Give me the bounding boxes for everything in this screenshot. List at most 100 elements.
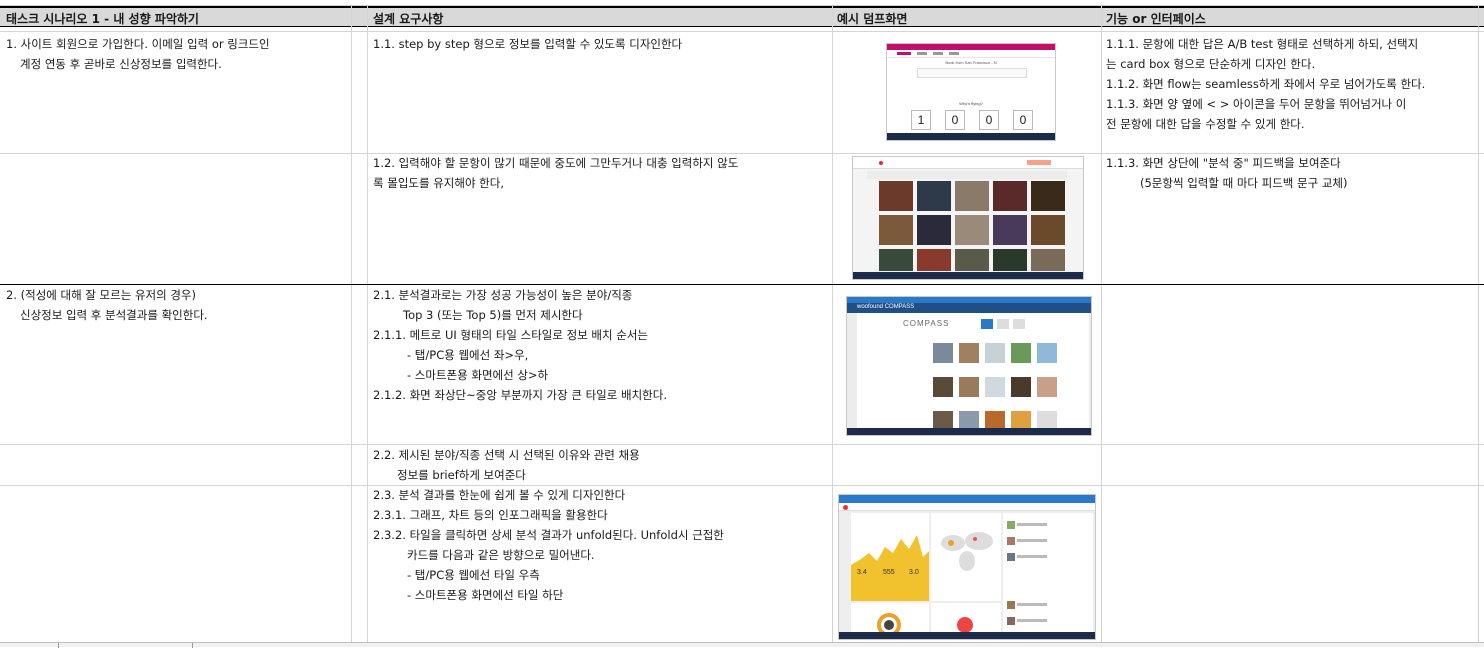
grid-line — [351, 6, 352, 647]
cell-text: 2.3.2. 타일을 클릭하면 상세 분석 결과가 unfold된다. Unfo… — [373, 528, 724, 542]
req-cell-1-2[interactable]: 1.2. 입력해야 할 문항이 많기 때문에 중도에 그만두거나 대충 입력하지… — [373, 153, 738, 193]
req-cell-2-3[interactable]: 2.3. 분석 결과를 한눈에 쉽게 볼 수 있게 디자인한다 2.3.1. 그… — [373, 485, 724, 605]
career-tile[interactable] — [959, 343, 979, 363]
cell-text: Top 3 (또는 Top 5)를 먼저 제시한다 — [403, 308, 583, 322]
cell-text: - 탭/PC용 웹에선 타일 우측 — [407, 568, 540, 582]
req-cell-2-2[interactable]: 2.2. 제시된 분야/직종 선택 시 선택된 이유와 관련 채용 정보를 br… — [373, 445, 640, 485]
counter-infants[interactable]: 0 — [979, 110, 999, 130]
site-header: woofound COMPASS — [847, 303, 1091, 313]
movie-poster[interactable] — [917, 249, 951, 271]
req-cell-2-1[interactable]: 2.1. 분석결과로는 가장 성공 가능성이 높은 분야/직종 Top 3 (또… — [373, 285, 667, 405]
stat-value: 3.4 — [857, 569, 867, 576]
grid-line — [367, 6, 368, 647]
site-nav — [887, 50, 1055, 58]
career-tile[interactable] — [933, 377, 953, 397]
header-function[interactable]: 기능 or 인터페이스 — [1106, 10, 1206, 27]
grid-line — [832, 6, 833, 647]
movie-poster[interactable] — [993, 249, 1027, 271]
booking-title: Book from San Francisco - N — [945, 60, 997, 65]
map-tile[interactable] — [931, 513, 1001, 601]
windows-taskbar — [887, 133, 1055, 140]
career-tile[interactable] — [933, 343, 953, 363]
movie-poster[interactable] — [917, 215, 951, 245]
cell-text: 신상정보 입력 후 분석결과를 확인한다. — [20, 308, 208, 322]
career-tile[interactable] — [985, 377, 1005, 397]
career-tile[interactable] — [959, 377, 979, 397]
career-tile[interactable] — [1037, 377, 1057, 397]
cell-text: 2.3.1. 그래프, 차트 등의 인포그래픽을 활용한다 — [373, 508, 608, 522]
cell-text: 는 card box 형으로 단순하게 디자인 한다. — [1106, 57, 1316, 71]
app-nav — [839, 503, 1095, 511]
movie-poster[interactable] — [1031, 181, 1065, 211]
career-tile[interactable] — [1011, 343, 1031, 363]
cell-text: - 스마트폰용 화면에선 타일 하단 — [407, 588, 564, 602]
sheet-tab-bar[interactable] — [0, 642, 1484, 648]
donut-chart-graphic — [877, 613, 901, 633]
example-screenshot-movies[interactable] — [852, 156, 1084, 280]
header-requirements[interactable]: 설계 요구사항 — [373, 10, 443, 27]
cell-text: 2.3. 분석 결과를 한눈에 쉽게 볼 수 있게 디자인한다 — [373, 488, 626, 502]
cell-text: - 탭/PC용 웹에선 좌>우, — [407, 348, 529, 362]
movie-poster[interactable] — [879, 181, 913, 211]
world-map-graphic — [941, 532, 993, 571]
cell-text: 2.2. 제시된 분야/직종 선택 시 선택된 이유와 관련 채용 — [373, 448, 640, 462]
cell-text: 록 몰입도를 유지해야 한다, — [373, 176, 505, 190]
tab-active[interactable] — [981, 319, 993, 329]
movie-poster[interactable] — [993, 181, 1027, 211]
cell-text: 2.1. 분석결과로는 가장 성공 가능성이 높은 분야/직종 — [373, 288, 633, 302]
button-tile[interactable] — [931, 603, 1001, 633]
tab[interactable] — [1013, 319, 1025, 329]
flying-question: Who's flying? — [959, 101, 983, 106]
compass-logo: COMPASS — [903, 319, 950, 328]
func-cell-2[interactable]: 1.1.3. 화면 상단에 "분석 중" 피드백을 보여준다 (5문항씩 입력할… — [1106, 153, 1348, 193]
counter-children[interactable]: 0 — [945, 110, 965, 130]
movie-poster[interactable] — [1031, 249, 1065, 271]
windows-taskbar — [847, 428, 1091, 435]
career-tile[interactable] — [1037, 343, 1057, 363]
area-chart-graphic — [851, 535, 929, 601]
movie-poster[interactable] — [1031, 215, 1065, 245]
action-button[interactable] — [957, 617, 973, 633]
stat-value: 3.0 — [909, 569, 919, 576]
example-screenshot-booking[interactable]: Book from San Francisco - N Who's flying… — [886, 43, 1056, 141]
task-cell-1[interactable]: 1. 사이트 회원으로 가입한다. 이메일 입력 or 링크드인 계정 연동 후… — [6, 34, 270, 74]
cell-text: 1. 사이트 회원으로 가입한다. 이메일 입력 or 링크드인 — [6, 37, 270, 51]
movie-poster[interactable] — [955, 249, 989, 271]
movie-poster[interactable] — [955, 215, 989, 245]
cell-text: 2.1.1. 메트로 UI 형태의 타일 스타일로 정보 배치 순서는 — [373, 328, 648, 342]
cell-text: 카드를 다음과 같은 방향으로 밀어낸다. — [407, 548, 595, 562]
counter-seniors[interactable]: 0 — [1013, 110, 1033, 130]
donut-tile[interactable] — [851, 603, 929, 633]
date-strip — [917, 68, 1027, 78]
career-tile[interactable] — [985, 343, 1005, 363]
cell-text: 전 문항에 대한 답을 수정할 수 있게 한다. — [1106, 117, 1305, 131]
windows-taskbar — [853, 272, 1083, 279]
movie-poster[interactable] — [955, 181, 989, 211]
tab[interactable] — [997, 319, 1009, 329]
brand-name: woofound COMPASS — [857, 304, 915, 310]
header-row: 태스크 시나리오 1 - 내 성향 파악하기 설계 요구사항 예시 덤프화면 기… — [0, 6, 1484, 27]
cell-text: - 스마트폰용 화면에선 상>하 — [407, 368, 549, 382]
example-screenshot-dashboard[interactable]: 3.4 555 3.0 — [838, 494, 1096, 640]
people-list-tile[interactable] — [1003, 513, 1093, 633]
browser-bar — [853, 157, 1083, 169]
chart-tile[interactable]: 3.4 555 3.0 — [851, 513, 929, 601]
example-screenshot-compass[interactable]: woofound COMPASS COMPASS — [846, 296, 1092, 436]
cell-text: 1.1.3. 화면 상단에 "분석 중" 피드백을 보여준다 — [1106, 156, 1341, 170]
browser-bar — [839, 495, 1095, 503]
req-cell-1-1[interactable]: 1.1. step by step 형으로 정보를 입력할 수 있도록 디자인한… — [373, 34, 682, 54]
counter-adults[interactable]: 1 — [911, 110, 931, 130]
cell-text: 2.1.2. 화면 좌상단~중앙 부분까지 가장 큰 타일로 배치한다. — [373, 388, 667, 402]
cell-text: 1.1.2. 화면 flow는 seamless하게 좌에서 우로 넘어가도록 … — [1106, 77, 1426, 91]
func-cell-1[interactable]: 1.1.1. 문항에 대한 답은 A/B test 형태로 선택하게 하되, 선… — [1106, 34, 1425, 134]
header-task[interactable]: 태스크 시나리오 1 - 내 성향 파악하기 — [6, 10, 199, 27]
task-cell-2[interactable]: 2. (적성에 대해 잘 모르는 유저의 경우) 신상정보 입력 후 분석결과를… — [6, 285, 208, 325]
movie-poster[interactable] — [993, 215, 1027, 245]
header-example-screen[interactable]: 예시 덤프화면 — [837, 10, 907, 27]
movie-poster[interactable] — [879, 215, 913, 245]
movie-poster[interactable] — [879, 249, 913, 271]
grid-line — [0, 284, 1484, 285]
movie-poster[interactable] — [917, 181, 951, 211]
career-tile[interactable] — [1011, 377, 1031, 397]
grid-line — [0, 485, 1484, 486]
